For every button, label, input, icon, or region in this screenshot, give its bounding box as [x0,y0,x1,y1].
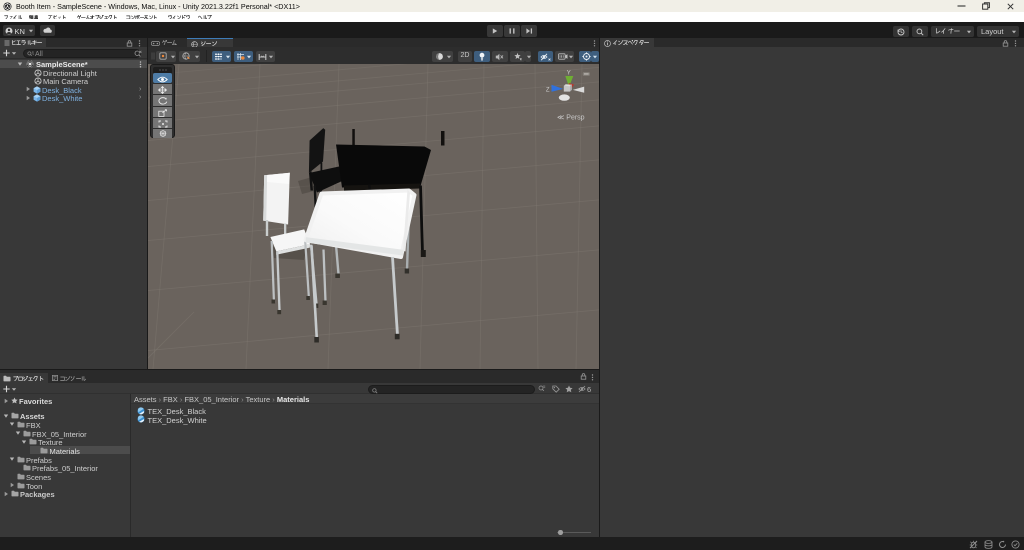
svg-text:Z: Z [546,87,550,93]
svg-text:Y: Y [567,70,571,76]
svg-text:6: 6 [587,385,591,393]
svg-text:≪ Persp: ≪ Persp [557,114,585,121]
